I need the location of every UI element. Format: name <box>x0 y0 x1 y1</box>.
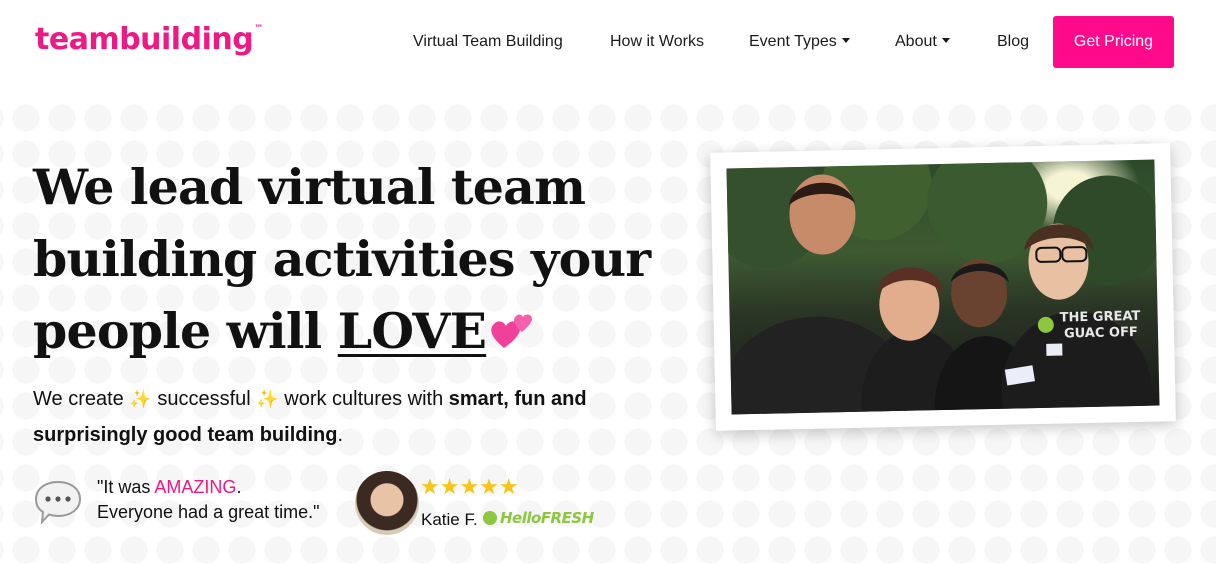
nav-about[interactable]: About <box>895 33 950 51</box>
lime-icon <box>483 511 497 525</box>
team-photo: THE GREAT GUAC OFF <box>726 159 1160 415</box>
chevron-down-icon <box>841 38 850 43</box>
reviewer-name: Katie F. <box>421 510 478 529</box>
star-rating: ★★★★★ <box>420 474 519 499</box>
nav-how-it-works[interactable]: How it Works <box>610 33 704 51</box>
chevron-down-icon <box>941 38 950 43</box>
team-photo-frame: THE GREAT GUAC OFF <box>710 143 1176 431</box>
nav-blog[interactable]: Blog <box>997 33 1029 51</box>
sparkles-icon: ✨ <box>256 389 279 409</box>
speech-bubble-icon <box>33 478 83 526</box>
testimonial-quote: "It was AMAZING. Everyone had a great ti… <box>97 477 320 522</box>
site-header: teambuilding™ Virtual Team Building How … <box>0 0 1216 84</box>
nav-virtual-team-building[interactable]: Virtual Team Building <box>413 33 563 51</box>
hero-subtext: We create ✨ successful ✨ work cultures w… <box>33 388 587 446</box>
nav-event-types[interactable]: Event Types <box>749 33 850 51</box>
two-hearts-icon <box>490 299 538 348</box>
hero-headline: We lead virtual team building activities… <box>33 158 651 360</box>
svg-text:THE GREAT: THE GREAT <box>1060 309 1141 326</box>
get-pricing-button[interactable]: Get Pricing <box>1053 16 1174 68</box>
hellofresh-logo: HelloFRESH <box>483 509 594 527</box>
svg-text:GUAC OFF: GUAC OFF <box>1064 325 1138 342</box>
reviewer-avatar <box>355 471 419 535</box>
sparkles-icon: ✨ <box>129 389 152 409</box>
logo[interactable]: teambuilding™ <box>35 22 263 57</box>
love-emphasis: LOVE <box>337 302 487 360</box>
